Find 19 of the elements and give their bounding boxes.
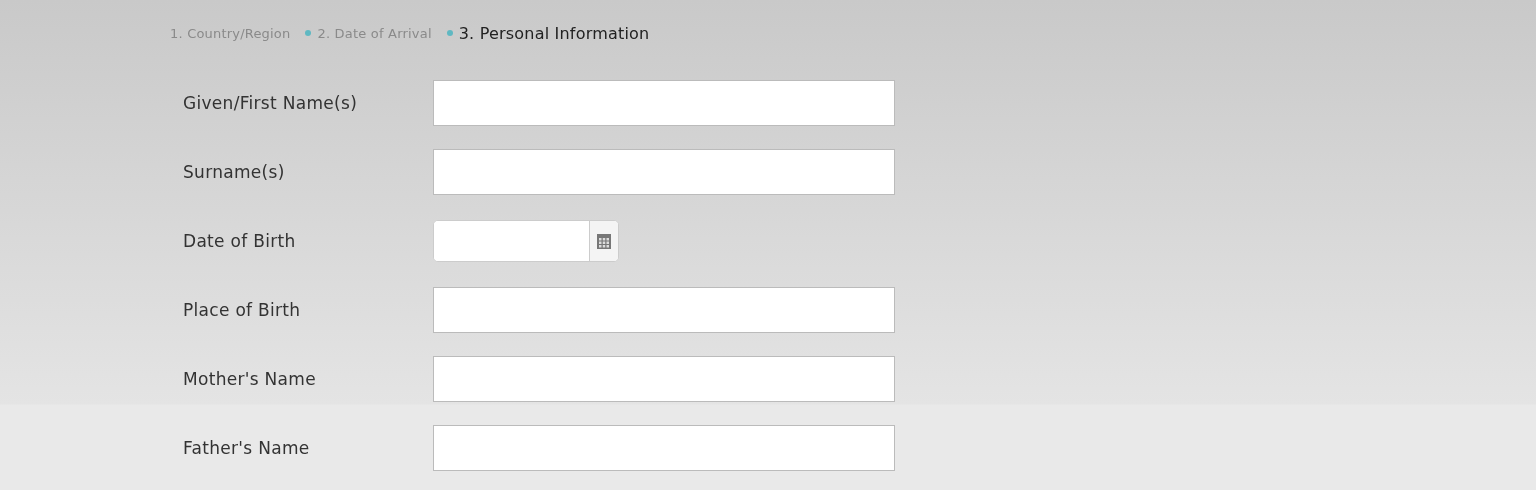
input-field[interactable] <box>433 356 895 402</box>
input-field[interactable] <box>433 80 895 126</box>
input-field[interactable] <box>433 287 895 333</box>
step-label: 1. Country/Region <box>170 25 291 41</box>
field-label: Place of Birth <box>182 300 302 320</box>
calendar-button[interactable] <box>589 221 618 261</box>
calendar-icon <box>596 232 612 250</box>
step-dot-icon <box>446 30 453 36</box>
step-label: 3. Personal Information <box>458 23 650 43</box>
field-label: Father's Name <box>182 438 311 458</box>
field-label: Date of Birth <box>182 231 297 251</box>
field-label: Surname(s) <box>182 162 286 182</box>
step-dot-icon <box>305 30 312 36</box>
input-field[interactable] <box>433 149 895 195</box>
field-label: Mother's Name <box>182 369 317 389</box>
step-label: 2. Date of Arrival <box>317 25 432 41</box>
field-label: Given/First Name(s) <box>182 93 359 113</box>
date-field[interactable] <box>433 220 619 262</box>
input-field[interactable] <box>433 425 895 471</box>
